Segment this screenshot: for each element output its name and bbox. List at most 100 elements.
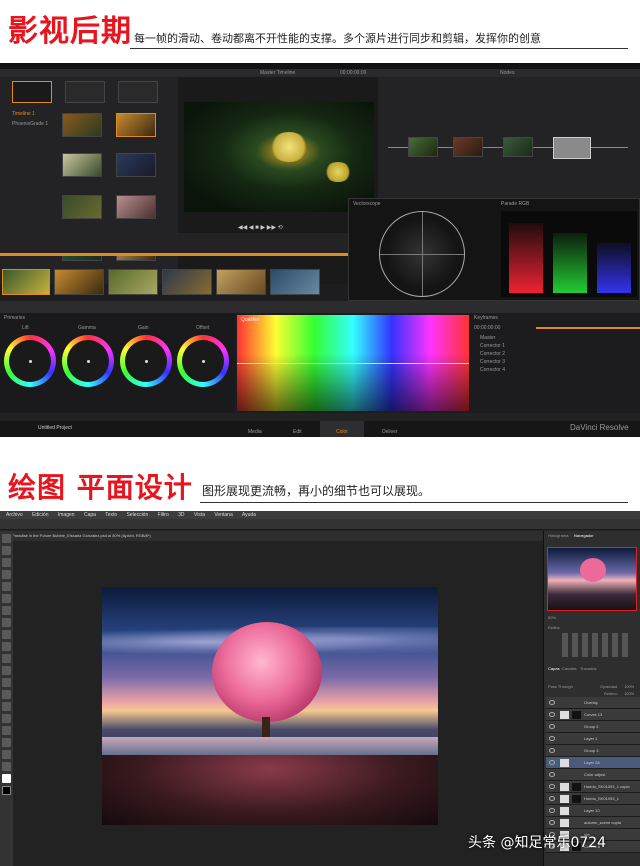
lift-wheel[interactable]: [4, 335, 56, 387]
keyframe-track[interactable]: Corrector 4: [480, 367, 505, 373]
offset-wheel[interactable]: [177, 335, 229, 387]
menu-seleccion[interactable]: Selección: [127, 512, 149, 518]
media-thumb[interactable]: [62, 195, 102, 219]
crop-tool-icon[interactable]: [2, 582, 11, 591]
healing-tool-icon[interactable]: [2, 606, 11, 615]
gradient-tool-icon[interactable]: [2, 666, 11, 675]
timeline-clip[interactable]: [270, 269, 320, 295]
primaries-label[interactable]: Primaries: [4, 315, 25, 321]
visibility-eye-icon[interactable]: [549, 700, 555, 705]
visibility-eye-icon[interactable]: [549, 796, 555, 801]
fill-value[interactable]: 100%: [624, 691, 634, 696]
menu-edicion[interactable]: Edición: [32, 512, 48, 518]
keyframe-track[interactable]: Corrector 3: [480, 359, 505, 365]
gallery-still[interactable]: [118, 81, 158, 103]
menu-texto[interactable]: Texto: [105, 512, 117, 518]
timeline-clip[interactable]: [162, 269, 212, 295]
tab-navigator[interactable]: Navegador: [574, 533, 594, 538]
nodes-label[interactable]: Nodes: [500, 70, 514, 76]
artwork-canvas[interactable]: [102, 587, 438, 825]
node[interactable]: [553, 137, 591, 159]
lasso-tool-icon[interactable]: [2, 558, 11, 567]
gamma-wheel[interactable]: [62, 335, 114, 387]
layer-row[interactable]: Overlay: [546, 697, 640, 709]
curves-panel[interactable]: Qualifier: [237, 315, 469, 411]
transport-controls[interactable]: ◀◀ ◀ ■ ▶ ▶▶ ⟲: [238, 224, 283, 231]
tab-media[interactable]: Media: [248, 429, 262, 435]
quick-select-tool-icon[interactable]: [2, 570, 11, 579]
timeline-name[interactable]: Master Timeline: [260, 70, 295, 76]
keyframe-track[interactable]: Master: [480, 335, 495, 341]
layer-row[interactable]: Curves 13: [546, 709, 640, 721]
shape-tool-icon[interactable]: [2, 738, 11, 747]
blend-mode-select[interactable]: Pass Through: [548, 684, 573, 689]
visibility-eye-icon[interactable]: [549, 784, 555, 789]
tab-histogram[interactable]: Histograma: [548, 533, 568, 538]
hand-tool-icon[interactable]: [2, 750, 11, 759]
layer-row[interactable]: autumn_scene copia: [546, 817, 640, 829]
pen-tool-icon[interactable]: [2, 702, 11, 711]
tab-deliver[interactable]: Deliver: [382, 429, 398, 435]
blur-tool-icon[interactable]: [2, 678, 11, 687]
media-thumb[interactable]: [116, 113, 156, 137]
menu-archivo[interactable]: Archivo: [6, 512, 23, 518]
timeline-clip[interactable]: [54, 269, 104, 295]
visibility-eye-icon[interactable]: [549, 820, 555, 825]
gain-wheel[interactable]: [120, 335, 172, 387]
layer-row[interactable]: Group 3: [546, 745, 640, 757]
keyframe-track[interactable]: Corrector 2: [480, 351, 505, 357]
layer-row[interactable]: Hoedo_SK01093_1 copia: [546, 781, 640, 793]
visibility-eye-icon[interactable]: [549, 748, 555, 753]
channels-tab[interactable]: Canales: [562, 666, 577, 671]
document-tab[interactable]: Paradise in the Future Bubble_Elssana Go…: [12, 533, 151, 538]
history-brush-tool-icon[interactable]: [2, 642, 11, 651]
visibility-eye-icon[interactable]: [549, 736, 555, 741]
layer-row[interactable]: Layer 10: [546, 805, 640, 817]
timeline-clip[interactable]: [2, 269, 50, 295]
media-thumb[interactable]: [62, 153, 102, 177]
menu-ventana[interactable]: Ventana: [214, 512, 232, 518]
background-color-swatch[interactable]: [2, 786, 11, 795]
styles-tab[interactable]: Estilos: [548, 625, 560, 630]
layer-row[interactable]: Layer 1: [546, 733, 640, 745]
navigator-preview[interactable]: [547, 547, 637, 611]
node[interactable]: [453, 137, 483, 157]
media-thumb[interactable]: [116, 153, 156, 177]
stamp-tool-icon[interactable]: [2, 630, 11, 639]
visibility-eye-icon[interactable]: [549, 808, 555, 813]
tab-color[interactable]: Color: [336, 429, 348, 435]
eyedropper-tool-icon[interactable]: [2, 594, 11, 603]
visibility-eye-icon[interactable]: [549, 712, 555, 717]
layers-tab[interactable]: Capas: [548, 666, 560, 671]
node[interactable]: [503, 137, 533, 157]
eraser-tool-icon[interactable]: [2, 654, 11, 663]
foreground-color-swatch[interactable]: [2, 774, 11, 783]
opacity-value[interactable]: 100%: [624, 684, 634, 689]
layer-row[interactable]: Color adjust: [546, 769, 640, 781]
menu-3d[interactable]: 3D: [178, 512, 184, 518]
path-select-tool-icon[interactable]: [2, 726, 11, 735]
visibility-eye-icon[interactable]: [549, 760, 555, 765]
visibility-eye-icon[interactable]: [549, 772, 555, 777]
zoom-tool-icon[interactable]: [2, 762, 11, 771]
menu-ayuda[interactable]: Ayuda: [242, 512, 256, 518]
media-thumb[interactable]: [62, 113, 102, 137]
layer-row-selected[interactable]: Layer 28: [546, 757, 640, 769]
timeline-ruler[interactable]: [0, 233, 348, 253]
zoom-level[interactable]: 50%: [548, 615, 556, 620]
tab-edit[interactable]: Edit: [293, 429, 302, 435]
brush-tool-icon[interactable]: [2, 618, 11, 627]
timeline-clip[interactable]: [216, 269, 266, 295]
timeline-clip[interactable]: [108, 269, 158, 295]
timeline-label[interactable]: Timeline 1: [12, 111, 35, 117]
menu-vista[interactable]: Vista: [194, 512, 205, 518]
gallery-still[interactable]: [12, 81, 52, 103]
gallery-still[interactable]: [65, 81, 105, 103]
media-thumb[interactable]: [116, 195, 156, 219]
keyframe-track[interactable]: Corrector 1: [480, 343, 505, 349]
menu-capa[interactable]: Capa: [84, 512, 96, 518]
type-tool-icon[interactable]: [2, 714, 11, 723]
move-tool-icon[interactable]: [2, 534, 11, 543]
node[interactable]: [408, 137, 438, 157]
dodge-tool-icon[interactable]: [2, 690, 11, 699]
